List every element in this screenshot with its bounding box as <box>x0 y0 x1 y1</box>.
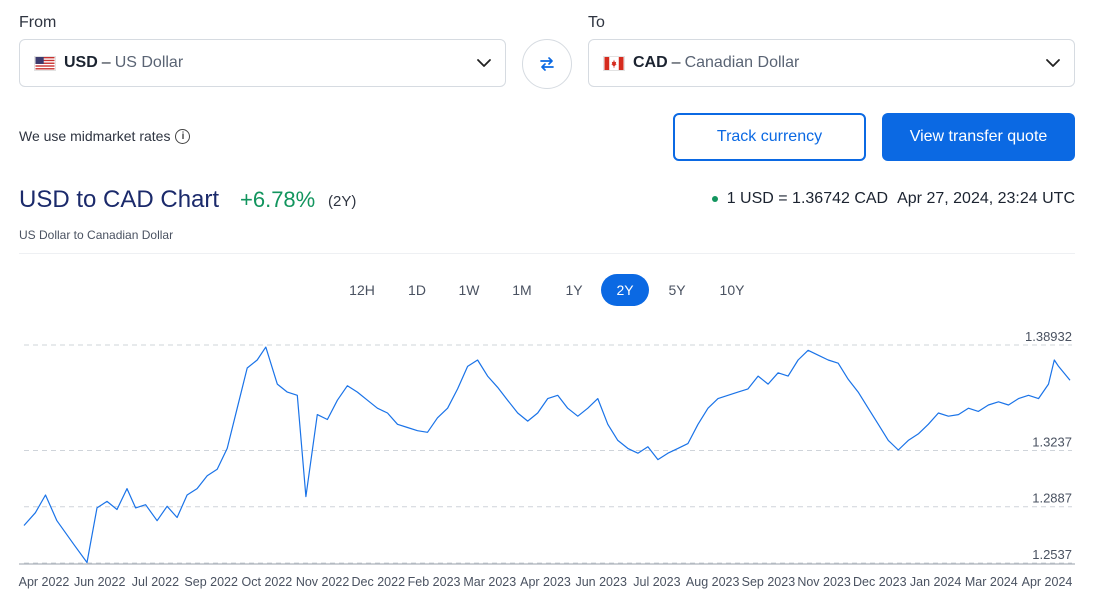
swap-arrows-icon <box>540 57 554 71</box>
chevron-down-icon <box>477 59 491 67</box>
range-1m[interactable]: 1M <box>500 274 544 306</box>
to-dash: – <box>671 54 681 71</box>
rate-chart[interactable]: 1.38932 1.3237 1.2887 1.2537 Apr 2022 Jun 202… <box>0 320 1105 614</box>
x-tick-label: Sep 2022 <box>184 575 238 589</box>
x-tick-label: Jan 2024 <box>910 575 961 589</box>
x-tick-label: Jun 2022 <box>74 575 125 589</box>
change-period: (2Y) <box>328 193 357 210</box>
midmarket-note: We use midmarket rates i <box>19 128 191 144</box>
rate-value: 1 USD = 1.36742 CAD <box>726 190 889 207</box>
current-rate: 1 USD = 1.36742 CAD Apr 27, 2024, 23:24 … <box>711 190 1075 208</box>
from-currency-name: US Dollar <box>114 54 184 71</box>
range-1w[interactable]: 1W <box>447 274 491 306</box>
range-1d[interactable]: 1D <box>395 274 439 306</box>
to-currency-code: CAD <box>633 54 668 71</box>
x-tick-label: Apr 2023 <box>520 575 571 589</box>
chart-title: USD to CAD Chart <box>19 186 220 213</box>
x-tick-label: Oct 2022 <box>242 575 293 589</box>
x-tick-label: Aug 2023 <box>686 575 740 589</box>
us-flag-icon <box>34 55 56 71</box>
rate-timestamp: Apr 27, 2024, 23:24 UTC <box>897 190 1075 207</box>
x-tick-label: Dec 2023 <box>853 575 907 589</box>
rate-line <box>23 346 1071 564</box>
x-tick-label: Apr 2024 <box>1022 575 1073 589</box>
x-tick-label: Jul 2023 <box>633 575 680 589</box>
live-indicator-icon <box>711 196 718 202</box>
canada-flag-icon <box>603 55 625 71</box>
x-tick-label: Dec 2022 <box>352 575 406 589</box>
midmarket-text: We use midmarket rates <box>19 128 171 144</box>
y-tick-label: 1.3237 <box>1032 434 1072 449</box>
x-tick-label: Feb 2023 <box>408 575 461 589</box>
range-selector: 12H 1D 1W 1M 1Y 2Y 5Y 10Y <box>0 274 1105 306</box>
y-tick-label: 1.2537 <box>1032 547 1072 562</box>
range-1y[interactable]: 1Y <box>552 274 596 306</box>
y-tick-label: 1.2887 <box>1032 491 1072 506</box>
from-dash: – <box>101 54 111 71</box>
info-icon[interactable]: i <box>175 128 191 144</box>
y-tick-label: 1.38932 <box>1025 329 1072 344</box>
percent-change: +6.78% <box>240 187 316 212</box>
to-currency-select[interactable]: CAD – Canadian Dollar <box>588 39 1075 87</box>
swap-currencies-button[interactable] <box>522 39 572 89</box>
x-tick-label: Nov 2022 <box>296 575 350 589</box>
chevron-down-icon <box>1046 59 1060 67</box>
chart-subtitle: US Dollar to Canadian Dollar <box>19 228 174 242</box>
x-tick-label: Apr 2022 <box>19 575 70 589</box>
x-tick-label: Jun 2023 <box>575 575 626 589</box>
from-currency-code: USD <box>64 54 98 71</box>
x-tick-label: Mar 2024 <box>965 575 1018 589</box>
x-tick-label: Jul 2022 <box>132 575 179 589</box>
to-currency-name: Canadian Dollar <box>684 54 800 71</box>
divider <box>19 253 1075 254</box>
range-10y[interactable]: 10Y <box>708 274 756 306</box>
from-currency-select[interactable]: USD – US Dollar <box>19 39 506 87</box>
x-tick-label: Nov 2023 <box>797 575 851 589</box>
track-currency-button[interactable]: Track currency <box>673 113 866 161</box>
range-12h[interactable]: 12H <box>337 274 387 306</box>
from-label: From <box>19 14 57 31</box>
view-transfer-quote-button[interactable]: View transfer quote <box>882 113 1075 161</box>
range-5y[interactable]: 5Y <box>655 274 699 306</box>
to-label: To <box>588 14 605 31</box>
x-tick-label: Sep 2023 <box>742 575 796 589</box>
range-2y[interactable]: 2Y <box>601 274 649 306</box>
x-tick-label: Mar 2023 <box>463 575 516 589</box>
